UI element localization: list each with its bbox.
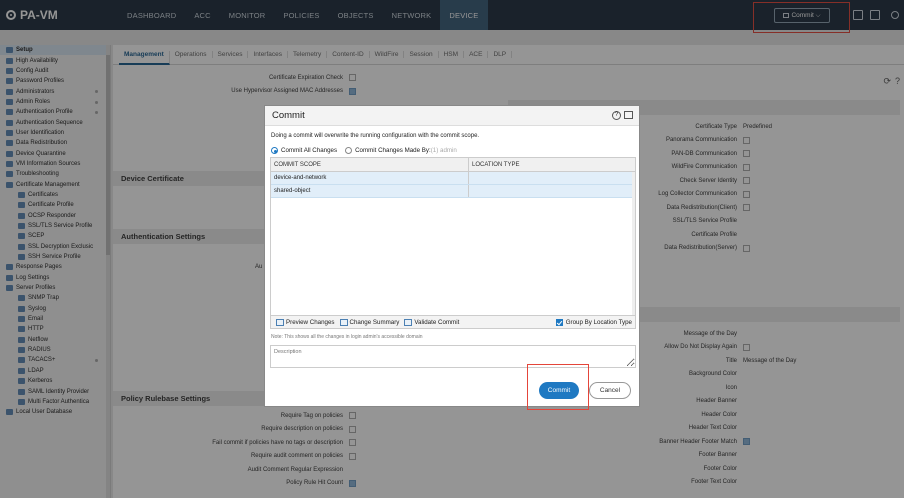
commit-dialog-header: Commit ? (265, 106, 639, 126)
change-summary-button[interactable]: Change Summary (339, 318, 400, 326)
radio-commit-by[interactable]: Commit Changes Made By:(1) admin (345, 147, 457, 154)
table-header: COMMIT SCOPE LOCATION TYPE (271, 158, 635, 172)
checkbox-checked-icon (555, 318, 563, 326)
highlight-box-commit-button (527, 364, 589, 410)
summary-icon (339, 318, 348, 326)
changes-note: Note: This shows all the changes in logi… (271, 334, 423, 340)
radio-commit-by-label: Commit Changes Made By: (355, 147, 431, 155)
radio-commit-all[interactable]: Commit All Changes (271, 147, 337, 154)
validate-commit-button[interactable]: Validate Commit (404, 318, 460, 326)
commit-description-text: Doing a commit will overwrite the runnin… (271, 133, 480, 139)
group-by-location-checkbox[interactable]: Group By Location Type (555, 318, 632, 326)
radio-unselected-icon (345, 147, 353, 154)
column-commit-scope[interactable]: COMMIT SCOPE (271, 158, 469, 171)
validate-commit-label: Validate Commit (414, 318, 460, 326)
maximize-icon[interactable] (624, 111, 633, 119)
radio-commit-all-label: Commit All Changes (281, 147, 338, 155)
table-row[interactable]: device-and-network (271, 172, 635, 185)
radio-selected-icon (271, 147, 278, 154)
radio-commit-by-user: (1) admin (430, 147, 457, 155)
table-row[interactable]: shared-object (271, 185, 635, 198)
cancel-button[interactable]: Cancel (589, 382, 631, 399)
commit-scope-radio-group: Commit All Changes Commit Changes Made B… (271, 147, 457, 154)
table-body: device-and-network shared-object (271, 172, 635, 198)
commit-scope-cell: shared-object (271, 185, 469, 197)
preview-changes-button[interactable]: Preview Changes (276, 318, 335, 326)
change-summary-label: Change Summary (349, 318, 400, 326)
commit-dialog: Commit ? Doing a commit will overwrite t… (264, 105, 640, 407)
group-by-location-label: Group By Location Type (565, 318, 632, 326)
commit-scope-table: COMMIT SCOPE LOCATION TYPE device-and-ne… (270, 157, 636, 316)
help-icon[interactable]: ? (612, 111, 621, 120)
preview-icon (276, 318, 284, 326)
preview-changes-label: Preview Changes (286, 318, 335, 326)
validate-icon (404, 318, 413, 326)
table-scrollbar[interactable] (632, 172, 635, 315)
commit-scope-cell: device-and-network (271, 172, 469, 184)
location-type-cell (469, 185, 635, 197)
column-location-type[interactable]: LOCATION TYPE (469, 158, 519, 171)
location-type-cell (469, 172, 635, 184)
table-actions-bar: Preview Changes Change Summary Validate … (270, 316, 636, 329)
commit-dialog-title: Commit (272, 110, 305, 121)
